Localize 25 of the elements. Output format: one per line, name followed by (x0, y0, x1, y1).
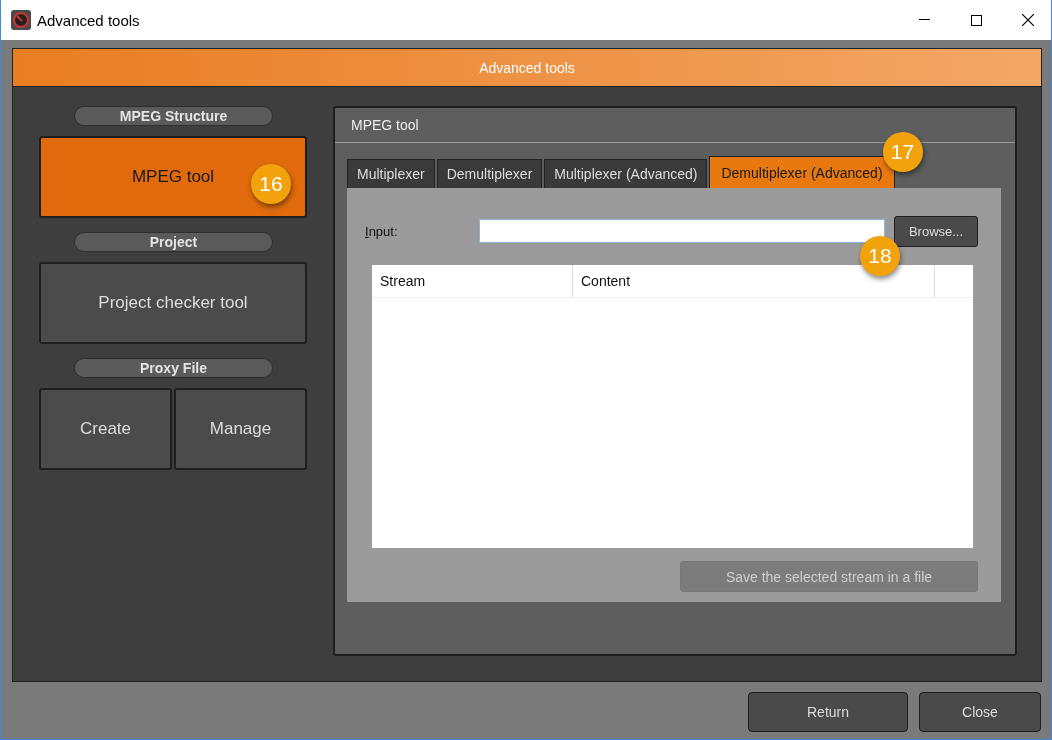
footer-button[interactable]: Close (919, 692, 1041, 732)
tool-button[interactable]: Project checker tool (39, 262, 307, 344)
minimize-icon (918, 19, 930, 21)
column-header[interactable]: Stream (372, 265, 573, 297)
tool-button[interactable]: Manage (174, 388, 307, 470)
tab[interactable]: Demultiplexer (436, 159, 543, 188)
tool-button[interactable]: Create (39, 388, 172, 470)
section-label: Project (74, 232, 273, 252)
tool-button[interactable]: MPEG tool 16 (39, 136, 307, 218)
browse-button[interactable]: Browse... (894, 215, 978, 247)
callout-badge: 16 (251, 164, 291, 204)
callout-badge: 17 (882, 132, 923, 172)
tab[interactable]: Multiplexer (Advanced) (544, 159, 708, 188)
section-label: Proxy File (74, 358, 273, 378)
window-title: Advanced tools (37, 11, 141, 29)
app-icon (11, 10, 31, 30)
header-title: Advanced tools (479, 59, 575, 76)
input-field[interactable] (479, 219, 885, 243)
maximize-icon (970, 14, 982, 26)
column-header[interactable]: Content (573, 265, 935, 297)
tab[interactable]: Multiplexer (347, 159, 435, 188)
close-icon (1022, 14, 1034, 26)
input-label: Input: (365, 223, 399, 239)
footer-button[interactable]: Return (748, 692, 908, 732)
section-label: MPEG Structure (74, 106, 273, 126)
